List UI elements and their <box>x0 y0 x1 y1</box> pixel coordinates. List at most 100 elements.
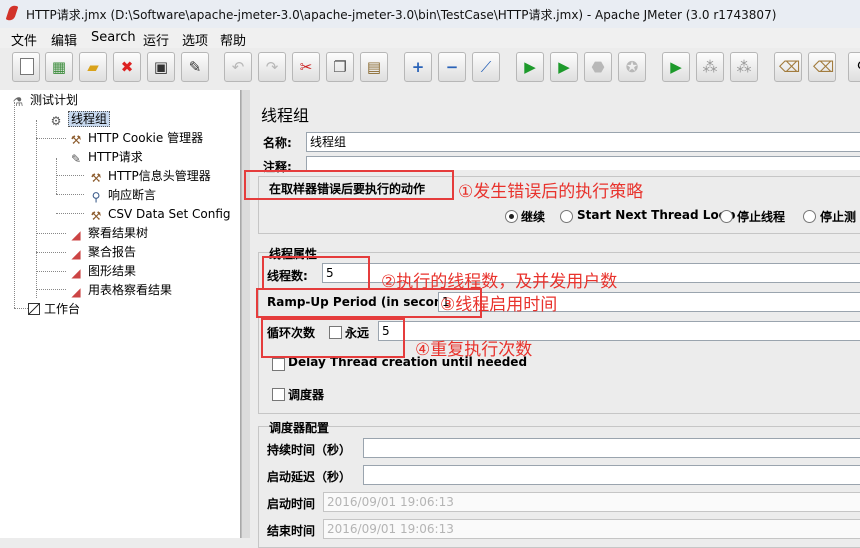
search-icon: ⚲ <box>853 58 860 76</box>
start-no-pause-icon: ▶ <box>558 58 570 76</box>
startup-delay-field[interactable] <box>363 465 860 485</box>
tree-node-graph-results[interactable]: ◢ 图形结果 <box>68 262 136 280</box>
save-as-button[interactable]: ✎ <box>181 52 209 82</box>
toggle-button[interactable]: ⟋ <box>472 52 500 82</box>
jmeter-feather-icon <box>5 4 19 22</box>
save-button[interactable]: ▣ <box>147 52 175 82</box>
tree-node-view-results-tree[interactable]: ◢ 察看结果树 <box>68 224 148 242</box>
menu-help[interactable]: 帮助 <box>220 30 246 49</box>
shutdown-icon: ✪ <box>625 58 639 76</box>
cut-button[interactable]: ✂ <box>292 52 320 82</box>
tree-node-workbench[interactable]: 工作台 <box>28 300 80 318</box>
test-plan-tree: ⚗ 测试计划 ⚙ 线程组 ⚒ HTTP Cookie 管理器 ✎ HTTP请求 ⚒ HTT… <box>0 90 241 538</box>
workbench-icon <box>28 303 40 315</box>
menu-file[interactable]: 文件 <box>11 30 37 49</box>
tree-node-test-plan[interactable]: ⚗ 测试计划 <box>10 91 78 109</box>
stop-thread-label: 停止线程 <box>737 210 786 224</box>
stop-test-radio[interactable] <box>803 210 816 223</box>
stop-button[interactable]: ⬣ <box>584 52 612 82</box>
pipette-icon: ✎ <box>70 152 82 166</box>
open-icon: ▰ <box>87 58 99 76</box>
new-button[interactable] <box>12 52 40 82</box>
tree-label: HTTP信息头管理器 <box>108 169 211 183</box>
toolbar: ▦ ▰ ✖ ▣ ✎ ↶ ↷ ✂ ❐ ▤ + − ⟋ ▶ ▶ ⬣ ✪ ▶ ⁂ ⁂ … <box>0 48 860 91</box>
menu-edit[interactable]: 编辑 <box>51 30 77 49</box>
shutdown-button[interactable]: ✪ <box>618 52 646 82</box>
start-next-loop-radio[interactable] <box>560 210 573 223</box>
templates-button[interactable]: ▦ <box>45 52 73 82</box>
collapse-all-button[interactable]: − <box>438 52 466 82</box>
start-no-pause-button[interactable]: ▶ <box>550 52 578 82</box>
continue-label: 继续 <box>521 210 546 224</box>
tree-node-http-request[interactable]: ✎ HTTP请求 <box>68 148 143 166</box>
tree-label: 响应断言 <box>108 188 157 202</box>
undo-button[interactable]: ↶ <box>224 52 252 82</box>
menu-run[interactable]: 运行 <box>143 30 169 49</box>
magnifier-icon: ⚲ <box>91 190 101 204</box>
close-icon: ✖ <box>120 58 134 76</box>
stop-test-label: 停止测 <box>820 210 857 224</box>
scheduler-label: 调度器 <box>288 388 325 402</box>
start-next-loop-label: Start Next Thread Loop <box>577 208 736 222</box>
name-field[interactable]: 线程组 <box>306 132 860 152</box>
comment-field[interactable] <box>306 156 860 170</box>
end-time-field[interactable]: 2016/09/01 19:06:13 <box>323 519 860 539</box>
loop-highlight <box>261 318 405 358</box>
save-icon: ▣ <box>153 58 169 76</box>
clear-all-icon: ⌫ <box>813 58 835 76</box>
cut-icon: ✂ <box>299 58 313 76</box>
tree-node-cookie-manager[interactable]: ⚒ HTTP Cookie 管理器 <box>68 129 203 147</box>
remote-start-button[interactable]: ▶ <box>662 52 690 82</box>
tree-node-aggregate-report[interactable]: ◢ 聚合报告 <box>68 243 136 261</box>
start-time-label: 启动时间 <box>267 497 316 511</box>
close-button[interactable]: ✖ <box>113 52 141 82</box>
tree-label: 聚合报告 <box>88 245 137 259</box>
startup-delay-label: 启动延迟（秒） <box>267 470 352 484</box>
copy-icon: ❐ <box>333 58 347 76</box>
tree-node-header-manager[interactable]: ⚒ HTTP信息头管理器 <box>88 167 211 185</box>
redo-button[interactable]: ↷ <box>258 52 286 82</box>
tree-label: 线程组 <box>68 111 111 127</box>
copy-button[interactable]: ❐ <box>326 52 354 82</box>
clear-icon: ⌫ <box>779 58 801 76</box>
delay-thread-checkbox[interactable] <box>272 358 285 371</box>
toggle-icon: ⟋ <box>480 58 492 76</box>
expand-all-button[interactable]: + <box>404 52 432 82</box>
expand-icon: + <box>411 58 425 76</box>
continue-radio[interactable] <box>505 210 518 223</box>
tree-node-thread-group[interactable]: ⚙ 线程组 <box>48 110 111 128</box>
start-button[interactable]: ▶ <box>516 52 544 82</box>
duration-field[interactable] <box>363 438 860 458</box>
tree-label: HTTP请求 <box>88 150 143 164</box>
tree-label: CSV Data Set Config <box>108 207 231 221</box>
chart-icon: ◢ <box>71 228 81 242</box>
clear-button[interactable]: ⌫ <box>774 52 802 82</box>
scheduler-config-title: 调度器配置 <box>269 419 330 436</box>
wrench-icon: ⚒ <box>70 133 82 147</box>
chart-icon: ◢ <box>71 266 81 280</box>
clear-all-button[interactable]: ⌫ <box>808 52 836 82</box>
paste-button[interactable]: ▤ <box>360 52 388 82</box>
tree-node-response-assertion[interactable]: ⚲ 响应断言 <box>88 186 156 204</box>
stop-thread-radio[interactable] <box>720 210 733 223</box>
stop-icon: ⬣ <box>591 58 605 76</box>
tree-label: 工作台 <box>44 302 81 316</box>
start-time-field[interactable]: 2016/09/01 19:06:13 <box>323 492 860 512</box>
error-action-highlight <box>244 170 454 200</box>
tree-node-csv-config[interactable]: ⚒ CSV Data Set Config <box>88 205 231 223</box>
paste-icon: ▤ <box>366 58 382 76</box>
remote-stop-icon: ⁂ <box>702 58 718 76</box>
remote-exit-button[interactable]: ⁂ <box>730 52 758 82</box>
tree-label: 图形结果 <box>88 264 137 278</box>
menu-options[interactable]: 选项 <box>182 30 208 49</box>
tree-node-table-results[interactable]: ◢ 用表格察看结果 <box>68 281 172 299</box>
search-button[interactable]: ⚲ <box>848 52 860 82</box>
templates-icon: ▦ <box>51 58 67 76</box>
duration-label: 持续时间（秒） <box>267 443 352 457</box>
scheduler-checkbox[interactable] <box>272 388 285 401</box>
end-time-label: 结束时间 <box>267 524 316 538</box>
chart-icon: ◢ <box>71 285 81 299</box>
menu-search[interactable]: Search <box>91 30 136 45</box>
remote-stop-button[interactable]: ⁂ <box>696 52 724 82</box>
open-button[interactable]: ▰ <box>79 52 107 82</box>
